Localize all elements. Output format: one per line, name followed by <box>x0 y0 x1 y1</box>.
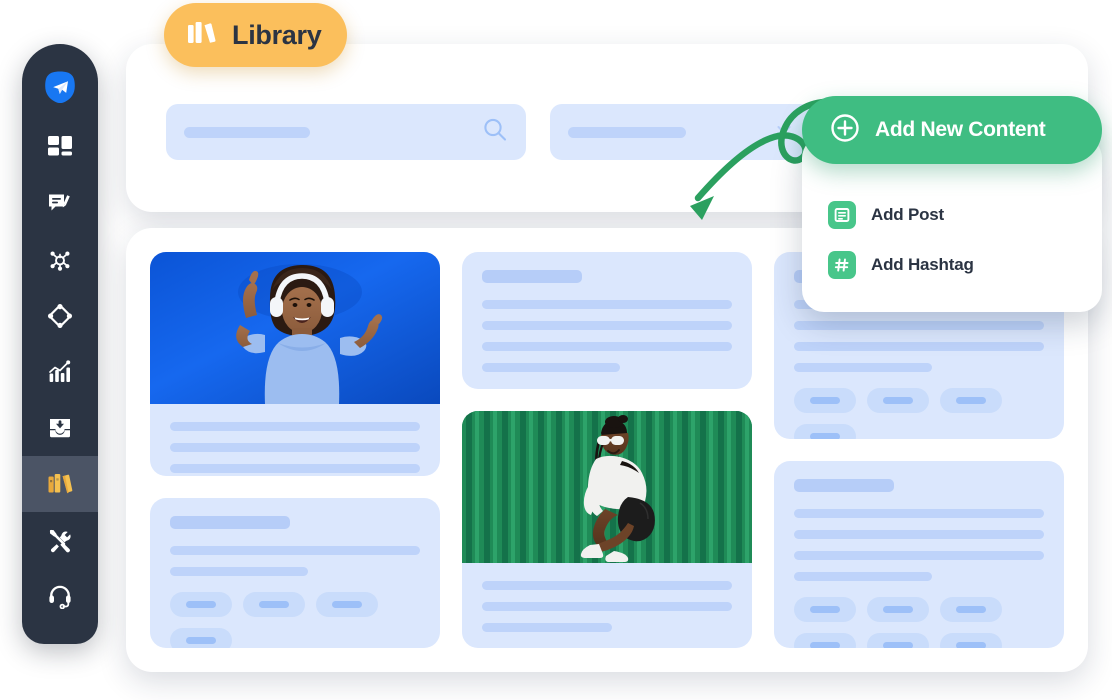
sidebar-item-library[interactable] <box>22 456 98 512</box>
menu-item-label: Add Hashtag <box>871 255 974 274</box>
skeleton-line <box>170 443 420 452</box>
skeleton-line <box>170 546 420 556</box>
card-skeleton-text <box>462 563 752 648</box>
tag-list <box>170 592 420 648</box>
menu-item-add-hashtag[interactable]: Add Hashtag <box>802 240 1102 290</box>
library-badge-label: Library <box>232 19 322 50</box>
content-card-text[interactable] <box>462 252 752 390</box>
send-plane-logo[interactable] <box>43 70 77 104</box>
skeleton-title <box>482 270 582 283</box>
library-column-2 <box>462 252 752 648</box>
skeleton-line <box>482 342 732 351</box>
sidebar-item-campaigns[interactable] <box>22 288 98 344</box>
network-share-icon <box>47 247 73 273</box>
skeleton-line <box>482 581 732 591</box>
tag-chip[interactable] <box>867 633 929 648</box>
card-skeleton-text <box>150 404 440 476</box>
tag-chip[interactable] <box>794 388 856 413</box>
skeleton-title <box>170 516 290 530</box>
tag-chip[interactable] <box>867 388 929 413</box>
search-placeholder <box>184 126 310 138</box>
tools-wrench-icon <box>47 527 73 553</box>
skeleton-line <box>482 363 620 372</box>
thumbnail-woman-sunglasses-green-wall <box>462 411 752 564</box>
content-card-media[interactable] <box>150 252 440 477</box>
menu-item-label: Add Post <box>871 205 945 224</box>
sidebar-item-analytics[interactable] <box>22 344 98 400</box>
tag-chip[interactable] <box>867 597 929 622</box>
document-lines-icon <box>828 201 856 229</box>
add-new-content-label: Add New Content <box>875 118 1046 141</box>
plus-circle-icon <box>830 113 860 148</box>
tag-list <box>794 388 1044 439</box>
skeleton-line <box>794 530 1044 539</box>
sidebar-items <box>22 120 98 624</box>
skeleton-line <box>482 602 732 612</box>
content-card-media[interactable] <box>462 411 752 648</box>
search-icon[interactable] <box>482 117 508 148</box>
card-skeleton-text <box>774 461 1064 648</box>
sidebar-item-dashboard[interactable] <box>22 120 98 176</box>
filter-placeholder <box>568 126 686 138</box>
skeleton-line <box>794 551 1044 560</box>
hashtag-icon <box>828 251 856 279</box>
library-column-1 <box>150 252 440 648</box>
comment-edit-icon <box>47 191 73 217</box>
library-badge[interactable]: Library <box>164 3 348 67</box>
skeleton-line <box>794 572 932 581</box>
sidebar <box>22 44 98 644</box>
sidebar-item-tools[interactable] <box>22 512 98 568</box>
diamond-target-icon <box>47 303 73 329</box>
tag-list <box>794 597 1044 648</box>
chevron-down-icon[interactable] <box>774 120 794 145</box>
filter-dropdown[interactable] <box>550 104 812 160</box>
books-icon <box>46 470 74 498</box>
analytics-chart-icon <box>47 359 73 385</box>
tag-chip[interactable] <box>794 597 856 622</box>
skeleton-line <box>794 321 1044 330</box>
tag-chip[interactable] <box>940 388 1002 413</box>
sidebar-item-network[interactable] <box>22 232 98 288</box>
skeleton-title <box>794 479 894 492</box>
headset-support-icon <box>47 583 73 609</box>
sidebar-item-inbox[interactable] <box>22 400 98 456</box>
tag-chip[interactable] <box>794 633 856 648</box>
skeleton-line <box>482 321 732 330</box>
menu-item-add-post[interactable]: Add Post <box>802 190 1102 240</box>
tag-chip[interactable] <box>170 628 232 648</box>
card-skeleton-text <box>462 252 752 389</box>
skeleton-line <box>794 342 1044 351</box>
card-skeleton-text <box>150 498 440 648</box>
skeleton-line <box>482 623 612 633</box>
tag-chip[interactable] <box>243 592 305 618</box>
content-card-text[interactable] <box>150 498 440 648</box>
skeleton-line <box>170 464 420 473</box>
tag-chip[interactable] <box>170 592 232 618</box>
tag-chip[interactable] <box>940 597 1002 622</box>
sidebar-item-posts[interactable] <box>22 176 98 232</box>
tag-chip[interactable] <box>794 424 856 439</box>
skeleton-line <box>170 422 420 431</box>
tag-chip[interactable] <box>940 633 1002 648</box>
screenshot-root: Library Add Post Add Hashtag Add New Con… <box>0 0 1112 700</box>
books-icon <box>186 18 218 53</box>
thumbnail-woman-headphones-blue <box>150 252 440 404</box>
add-new-content-button[interactable]: Add New Content <box>802 96 1102 164</box>
skeleton-line <box>794 363 932 372</box>
content-card-text[interactable] <box>774 461 1064 648</box>
skeleton-line <box>170 567 308 577</box>
search-input[interactable] <box>166 104 526 160</box>
sidebar-item-support[interactable] <box>22 568 98 624</box>
tag-chip[interactable] <box>316 592 378 618</box>
inbox-download-icon <box>47 415 73 441</box>
skeleton-line <box>482 300 732 309</box>
grid-dashboard-icon <box>47 135 73 161</box>
search-row <box>166 104 812 160</box>
skeleton-line <box>794 509 1044 518</box>
